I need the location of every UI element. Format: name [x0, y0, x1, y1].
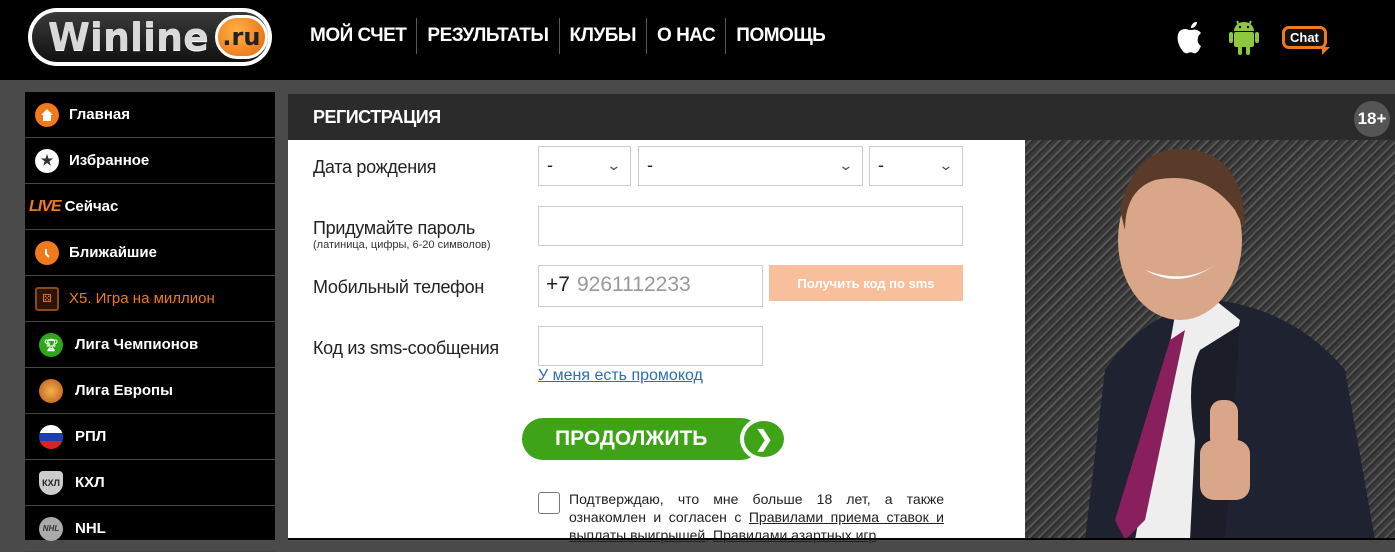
- agreement-text: Подтверждаю, что мне больше 18 лет, а та…: [569, 490, 944, 544]
- page-title: РЕГИСТРАЦИЯ: [313, 107, 441, 127]
- sidebar-item-x5[interactable]: ⚄ X5. Игра на миллион: [25, 276, 275, 322]
- phone-label: Мобильный телефон: [313, 277, 485, 297]
- chevron-down-icon: ⌄: [938, 157, 954, 173]
- registration-form: Дата рождения - ⌄ - ⌄ - ⌄ Придумайте пар…: [288, 140, 1025, 543]
- chevron-down-icon: ⌄: [606, 157, 622, 173]
- registration-header: РЕГИСТРАЦИЯ 18+: [288, 94, 1395, 140]
- sidebar-item-label: Ближайшие: [69, 244, 157, 261]
- age-agreement-checkbox[interactable]: [538, 492, 560, 514]
- apple-icon[interactable]: [1172, 18, 1206, 56]
- presenter-image: [1085, 148, 1375, 540]
- main-nav: МОЙ СЧЕТ РЕЗУЛЬТАТЫ КЛУБЫ О НАС ПОМОЩЬ: [300, 18, 835, 54]
- sms-code-input[interactable]: [538, 326, 763, 366]
- nav-results[interactable]: РЕЗУЛЬТАТЫ: [416, 18, 558, 54]
- logo-word: Winline: [48, 15, 209, 59]
- birth-year-value: -: [878, 155, 884, 175]
- sidebar-item-label: X5. Игра на миллион: [69, 290, 215, 307]
- sidebar-item-europa-league[interactable]: Лига Европы: [25, 368, 275, 414]
- khl-icon: КХЛ: [39, 470, 63, 495]
- sidebar-item-champions-league[interactable]: 🏆︎ Лига Чемпионов: [25, 322, 275, 368]
- nhl-icon: NHL: [39, 516, 63, 541]
- android-icon[interactable]: [1228, 18, 1260, 56]
- chevron-right-icon: ❯: [740, 417, 788, 461]
- russia-flag-icon: [39, 424, 63, 449]
- birth-day-select[interactable]: - ⌄: [538, 146, 631, 186]
- nav-help[interactable]: ПОМОЩЬ: [725, 18, 835, 54]
- gambling-rules-link[interactable]: Правилами азартных игр: [713, 527, 876, 543]
- sidebar-item-label: NHL: [75, 520, 106, 537]
- dice-icon: ⚄: [35, 286, 59, 311]
- password-hint: (латиница, цифры, 6-20 символов): [313, 239, 491, 251]
- phone-input[interactable]: +7 9261112233: [538, 265, 763, 307]
- top-bar: Winline .ru МОЙ СЧЕТ РЕЗУЛЬТАТЫ КЛУБЫ О …: [0, 0, 1395, 80]
- star-icon: ★: [35, 148, 59, 173]
- home-icon: [35, 102, 59, 127]
- continue-label: ПРОДОЛЖИТЬ: [522, 418, 762, 460]
- password-label: Придумайте пароль: [313, 218, 475, 238]
- winline-logo[interactable]: Winline .ru: [28, 8, 272, 66]
- promo-code-link[interactable]: У меня есть промокод: [538, 367, 703, 385]
- birth-month-select[interactable]: - ⌄: [638, 146, 863, 186]
- trophy-icon: 🏆︎: [39, 332, 63, 357]
- sidebar-item-khl[interactable]: КХЛ КХЛ: [25, 460, 275, 506]
- sidebar-item-label: РПЛ: [75, 428, 107, 445]
- sidebar-item-label: Главная: [69, 106, 131, 123]
- sidebar-item-label: Избранное: [69, 152, 150, 169]
- sms-code-label: Код из sms-сообщения: [313, 338, 499, 358]
- birth-month-value: -: [647, 155, 653, 175]
- chat-icon[interactable]: Chat: [1282, 25, 1327, 49]
- get-sms-code-button[interactable]: Получить код по sms: [769, 265, 963, 301]
- sidebar-item-label: КХЛ: [75, 474, 105, 491]
- sidebar: Главная ★ Избранное LIVE Сейчас Ближайши…: [25, 92, 275, 552]
- birth-year-select[interactable]: - ⌄: [869, 146, 963, 186]
- europa-league-icon: [39, 378, 63, 403]
- sidebar-item-live[interactable]: LIVE Сейчас: [25, 184, 275, 230]
- sidebar-item-home[interactable]: Главная: [25, 92, 275, 138]
- birth-date-label: Дата рождения: [313, 157, 437, 177]
- nav-about[interactable]: О НАС: [646, 18, 725, 54]
- nav-my-account[interactable]: МОЙ СЧЕТ: [300, 18, 416, 54]
- birth-day-value: -: [547, 155, 553, 175]
- sidebar-item-favorites[interactable]: ★ Избранное: [25, 138, 275, 184]
- sidebar-item-upcoming[interactable]: Ближайшие: [25, 230, 275, 276]
- live-icon: LIVE: [29, 197, 62, 215]
- phone-prefix: +7: [546, 273, 570, 296]
- nav-clubs[interactable]: КЛУБЫ: [558, 18, 647, 54]
- agreement-text-part: ,: [705, 527, 713, 543]
- sidebar-item-label: Лига Чемпионов: [75, 336, 199, 353]
- clock-icon: [35, 240, 59, 265]
- chevron-down-icon: ⌄: [838, 157, 854, 173]
- logo-tld: .ru: [214, 15, 268, 59]
- sidebar-item-label: Лига Европы: [75, 382, 173, 399]
- sidebar-item-rpl[interactable]: РПЛ: [25, 414, 275, 460]
- sidebar-item-label: Сейчас: [64, 198, 119, 215]
- promo-photo: [1025, 140, 1395, 540]
- app-icons: Chat: [1172, 18, 1327, 56]
- password-input[interactable]: [538, 206, 963, 246]
- sidebar-item-nhl[interactable]: NHL NHL: [25, 506, 275, 552]
- age-badge: 18+: [1354, 101, 1390, 137]
- phone-placeholder: 9261112233: [577, 273, 691, 296]
- continue-button[interactable]: ПРОДОЛЖИТЬ ❯: [522, 417, 788, 461]
